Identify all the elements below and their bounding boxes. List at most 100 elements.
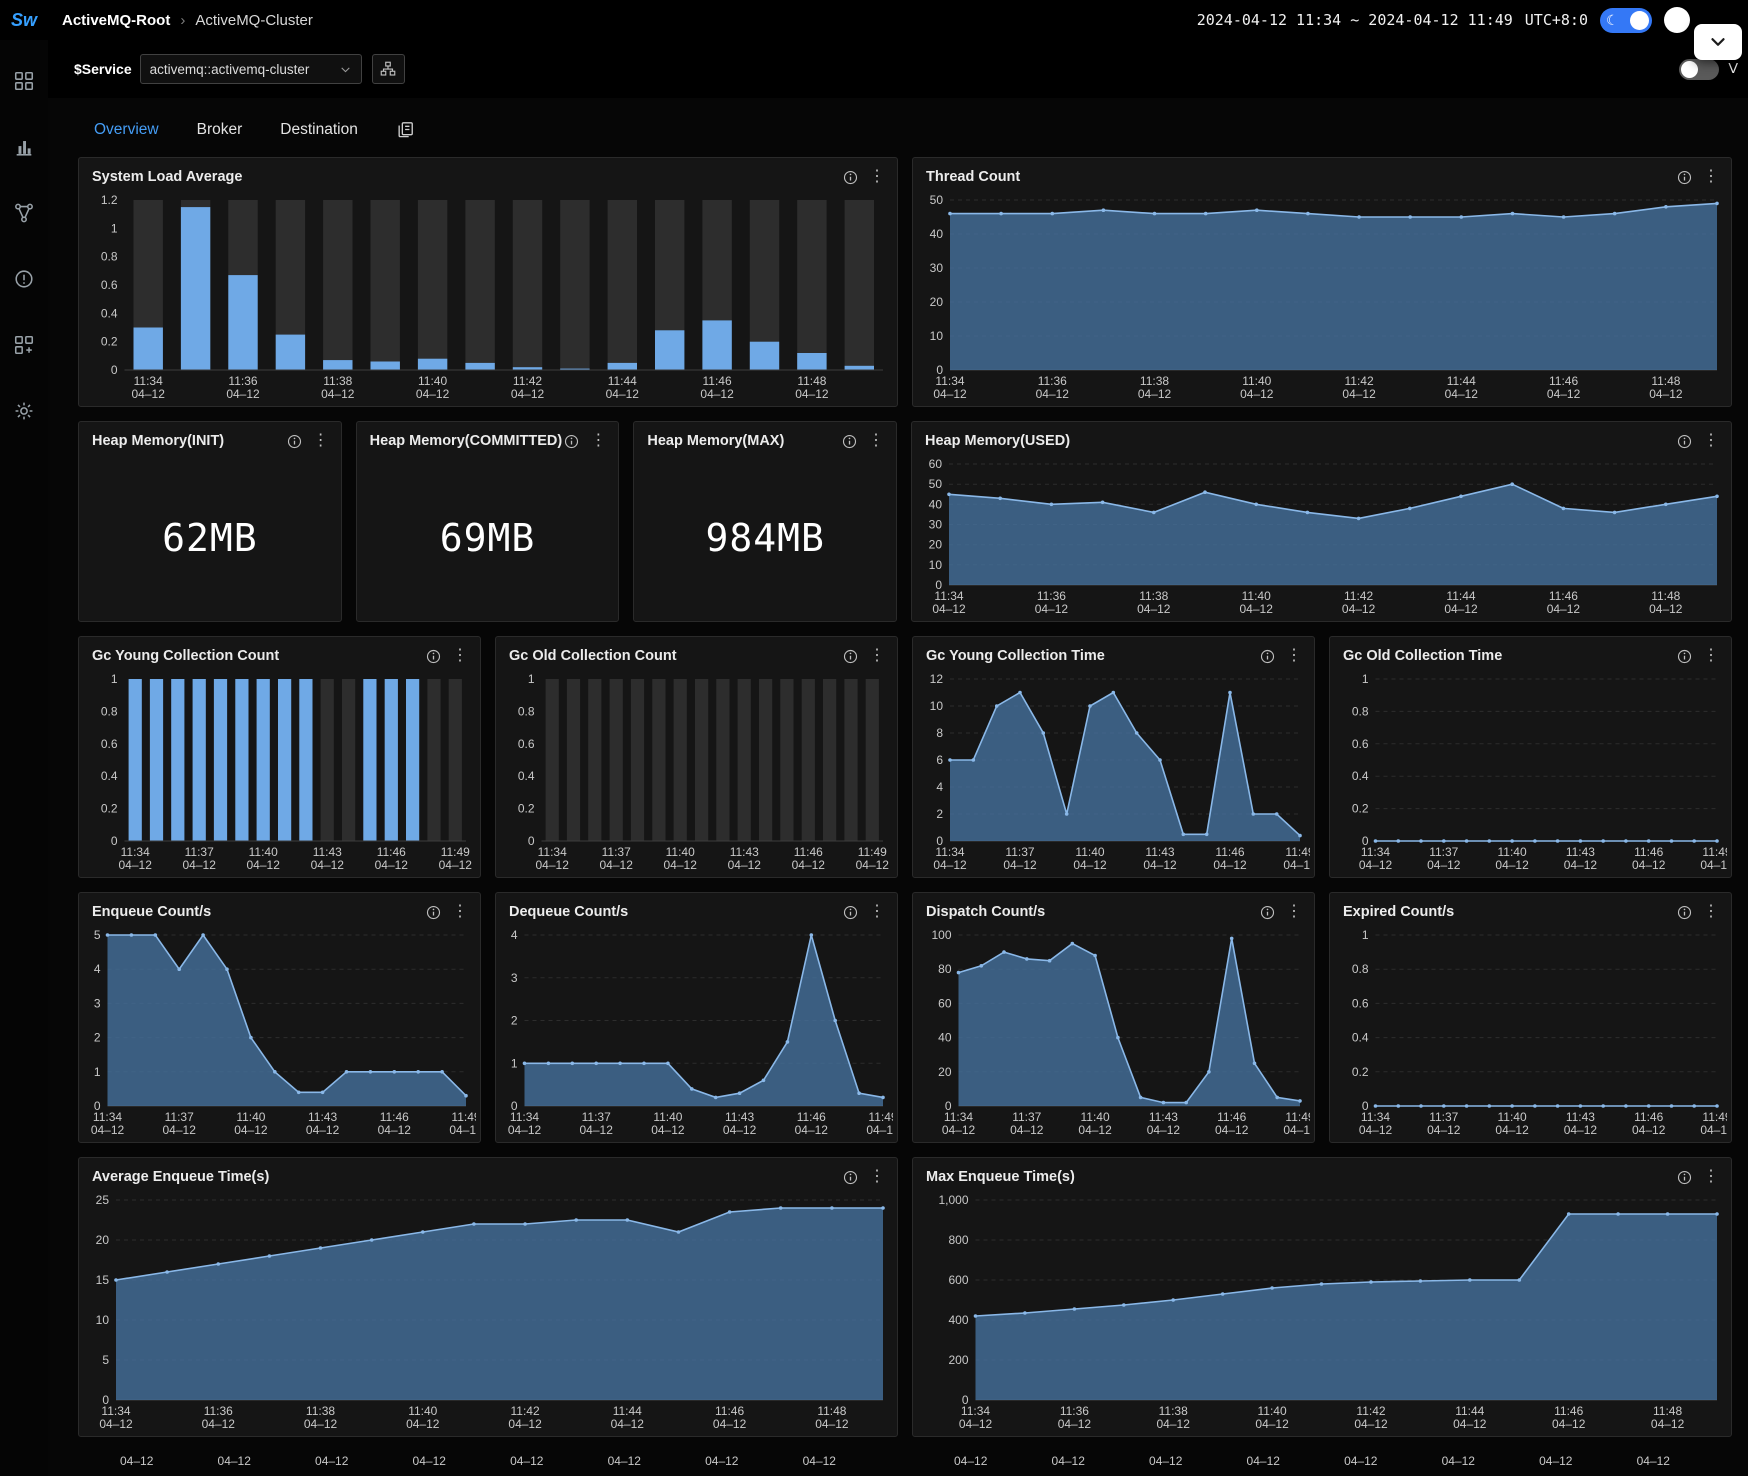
panel-gc-old-collection-count: Gc Old Collection Count ⋮ 00.20.40.60.81… — [495, 636, 898, 878]
svg-text:0.8: 0.8 — [518, 704, 535, 718]
svg-text:5: 5 — [94, 928, 101, 942]
kebab-menu-icon[interactable]: ⋮ — [1703, 433, 1719, 449]
kebab-menu-icon[interactable]: ⋮ — [1286, 648, 1302, 664]
time-panel-collapse-button[interactable] — [1694, 24, 1742, 60]
info-icon[interactable] — [1677, 905, 1692, 920]
kebab-menu-icon[interactable]: ⋮ — [1703, 1169, 1719, 1185]
copy-icon[interactable] — [396, 120, 415, 139]
info-icon[interactable] — [287, 434, 302, 449]
kebab-menu-icon[interactable]: ⋮ — [313, 433, 329, 449]
svg-text:25: 25 — [96, 1193, 110, 1207]
svg-text:04–12: 04–12 — [1147, 1123, 1181, 1137]
svg-text:04–12: 04–12 — [728, 858, 762, 872]
avatar[interactable] — [1664, 7, 1690, 33]
svg-text:11:37: 11:37 — [1005, 845, 1034, 859]
info-icon[interactable] — [564, 434, 579, 449]
moon-icon: ☾ — [1606, 13, 1619, 27]
svg-text:04–12: 04–12 — [942, 1123, 976, 1137]
kebab-menu-icon[interactable]: ⋮ — [868, 433, 884, 449]
svg-text:11:40: 11:40 — [1242, 589, 1271, 603]
svg-text:04–12: 04–12 — [508, 1123, 542, 1137]
kebab-menu-icon[interactable]: ⋮ — [452, 904, 468, 920]
svg-text:04–12: 04–12 — [795, 1123, 829, 1137]
svg-text:04–12: 04–12 — [1078, 1123, 1112, 1137]
kebab-menu-icon[interactable]: ⋮ — [1703, 169, 1719, 185]
view-toggle[interactable] — [1679, 59, 1719, 80]
svg-text:400: 400 — [948, 1313, 968, 1327]
svg-text:0.8: 0.8 — [101, 704, 118, 718]
info-icon[interactable] — [1260, 649, 1275, 664]
info-icon[interactable] — [426, 649, 441, 664]
panel-dequeue-count: Dequeue Count/s ⋮ 0123411:3404–1211:3704… — [495, 892, 898, 1143]
kebab-menu-icon[interactable]: ⋮ — [452, 648, 468, 664]
svg-text:04–12: 04–12 — [1010, 1123, 1044, 1137]
svg-text:04–12: 04–12 — [1157, 1417, 1191, 1431]
svg-text:04–12: 04–12 — [163, 1123, 197, 1137]
tab-broker[interactable]: Broker — [197, 121, 243, 139]
svg-text:04–12: 04–12 — [959, 1417, 993, 1431]
info-icon[interactable] — [1677, 434, 1692, 449]
info-icon[interactable] — [426, 905, 441, 920]
svg-text:11:34: 11:34 — [935, 374, 964, 388]
sidebar-item-metrics[interactable] — [9, 132, 39, 162]
svg-text:04–12: 04–12 — [234, 1123, 268, 1137]
kebab-menu-icon[interactable]: ⋮ — [869, 648, 885, 664]
svg-text:11:46: 11:46 — [1554, 1404, 1583, 1418]
svg-text:6: 6 — [936, 753, 943, 767]
hierarchy-button[interactable] — [372, 54, 405, 84]
info-icon[interactable] — [843, 170, 858, 185]
info-icon[interactable] — [843, 905, 858, 920]
sidebar-item-dashboards[interactable] — [9, 66, 39, 96]
svg-text:11:34: 11:34 — [1361, 1110, 1390, 1124]
svg-text:11:40: 11:40 — [1075, 845, 1104, 859]
breadcrumb-root[interactable]: ActiveMQ-Root — [62, 12, 170, 29]
info-icon[interactable] — [843, 1170, 858, 1185]
svg-text:04–12: 04–12 — [1547, 602, 1581, 616]
service-select[interactable]: activemq::activemq-cluster — [140, 54, 362, 84]
info-icon[interactable] — [842, 434, 857, 449]
svg-text:04–12: 04–12 — [226, 387, 260, 401]
svg-text:11:36: 11:36 — [1038, 374, 1067, 388]
svg-text:04–12: 04–12 — [1283, 1123, 1310, 1137]
info-icon[interactable] — [1260, 905, 1275, 920]
info-icon[interactable] — [843, 649, 858, 664]
kebab-menu-icon[interactable]: ⋮ — [869, 904, 885, 920]
svg-text:04–12: 04–12 — [416, 387, 450, 401]
svg-text:04–12: 04–12 — [1058, 1417, 1092, 1431]
alert-icon — [13, 268, 35, 290]
info-icon[interactable] — [1677, 649, 1692, 664]
skywalking-logo[interactable]: Sw — [0, 10, 48, 31]
kebab-menu-icon[interactable]: ⋮ — [869, 1169, 885, 1185]
kebab-menu-icon[interactable]: ⋮ — [869, 169, 885, 185]
svg-text:04–12: 04–12 — [1552, 1417, 1586, 1431]
svg-text:11:42: 11:42 — [1356, 1404, 1385, 1418]
sidebar-item-alerting[interactable] — [9, 264, 39, 294]
svg-text:04–12: 04–12 — [1453, 1417, 1487, 1431]
kebab-menu-icon[interactable]: ⋮ — [590, 433, 606, 449]
kebab-menu-icon[interactable]: ⋮ — [1703, 648, 1719, 664]
svg-text:11:42: 11:42 — [513, 374, 542, 388]
svg-text:11:46: 11:46 — [1634, 845, 1663, 859]
svg-text:04–12: 04–12 — [1143, 858, 1177, 872]
tab-destination[interactable]: Destination — [280, 121, 358, 139]
info-icon[interactable] — [1677, 170, 1692, 185]
kebab-menu-icon[interactable]: ⋮ — [1703, 904, 1719, 920]
svg-text:04–12: 04–12 — [651, 1123, 685, 1137]
svg-text:200: 200 — [948, 1353, 968, 1367]
sidebar-item-settings[interactable] — [9, 396, 39, 426]
svg-text:11:37: 11:37 — [1429, 845, 1458, 859]
sidebar-item-topology[interactable] — [9, 198, 39, 228]
info-icon[interactable] — [1677, 1170, 1692, 1185]
svg-text:11:37: 11:37 — [1012, 1110, 1041, 1124]
kebab-menu-icon[interactable]: ⋮ — [1286, 904, 1302, 920]
chevron-down-icon — [1707, 31, 1729, 53]
dark-mode-toggle[interactable]: ☾ — [1600, 8, 1652, 33]
time-range-display[interactable]: 2024-04-12 11:34 ~ 2024-04-12 11:49 — [1197, 11, 1513, 29]
tab-overview[interactable]: Overview — [94, 121, 159, 139]
sidebar-item-new-dashboard[interactable] — [9, 330, 39, 360]
svg-text:40: 40 — [938, 1031, 952, 1045]
svg-text:0.8: 0.8 — [1352, 962, 1369, 976]
svg-text:11:46: 11:46 — [380, 1110, 409, 1124]
panel-max-enqueue-time: Max Enqueue Time(s) ⋮ 02004006008001,000… — [912, 1157, 1732, 1437]
gc-old-collection-count-chart: 00.20.40.60.8111:3404–1211:3704–1211:400… — [500, 671, 893, 875]
